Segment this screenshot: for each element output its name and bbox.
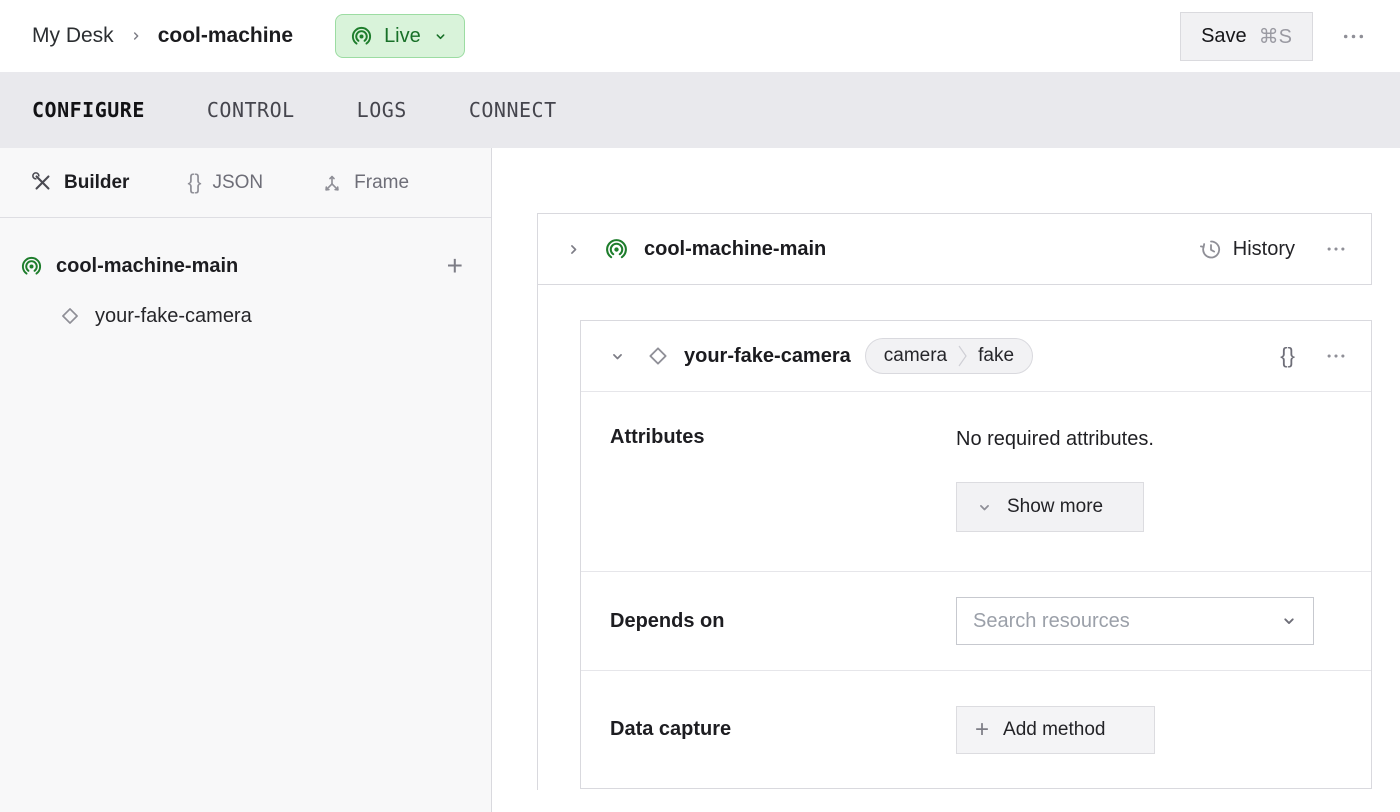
save-shortcut-hint: ⌘S bbox=[1259, 24, 1292, 49]
mode-tab-json[interactable]: {} JSON bbox=[187, 172, 263, 194]
content-area: Builder {} JSON Frame cool-machine-main … bbox=[0, 148, 1400, 812]
machine-name: cool-machine bbox=[158, 24, 293, 48]
mode-tab-builder-label: Builder bbox=[64, 172, 129, 194]
history-clock-icon bbox=[1199, 237, 1223, 261]
collapse-toggle-icon[interactable] bbox=[564, 240, 583, 259]
tree-item-label: cool-machine-main bbox=[56, 255, 238, 278]
save-button[interactable]: Save ⌘S bbox=[1180, 12, 1313, 61]
tree-connector-line bbox=[537, 285, 538, 790]
component-card-menu-icon[interactable] bbox=[1325, 345, 1347, 367]
config-main-pane: cool-machine-main History bbox=[492, 148, 1400, 812]
diamond-icon bbox=[645, 343, 671, 369]
tree-item-machine-part[interactable]: cool-machine-main + bbox=[0, 246, 491, 286]
live-status-dropdown[interactable]: Live bbox=[335, 14, 465, 58]
component-type-tag: camera bbox=[866, 345, 957, 367]
tree-item-camera[interactable]: your-fake-camera bbox=[0, 292, 491, 340]
collapse-toggle-icon[interactable] bbox=[608, 347, 627, 366]
depends-on-section-label: Depends on bbox=[610, 610, 956, 633]
mode-tab-frame-label: Frame bbox=[354, 172, 409, 194]
view-json-icon[interactable]: {} bbox=[1280, 343, 1295, 369]
part-card-menu-icon[interactable] bbox=[1325, 238, 1347, 260]
top-bar: My Desk cool-machine Live Save ⌘S bbox=[0, 0, 1400, 72]
topbar-overflow-menu-icon[interactable] bbox=[1341, 24, 1366, 49]
component-type-model-tag: camera fake bbox=[865, 338, 1033, 374]
chevron-down-icon bbox=[1279, 611, 1299, 631]
component-model-tag: fake bbox=[968, 345, 1032, 367]
tab-control[interactable]: CONTROL bbox=[207, 98, 295, 122]
component-card-title: your-fake-camera bbox=[684, 345, 851, 368]
save-button-label: Save bbox=[1201, 25, 1247, 48]
diamond-icon bbox=[58, 304, 82, 328]
mode-tab-json-label: JSON bbox=[212, 172, 263, 194]
history-button-label: History bbox=[1233, 238, 1295, 261]
add-method-button[interactable]: + Add method bbox=[956, 706, 1155, 754]
tab-connect[interactable]: CONNECT bbox=[469, 98, 557, 122]
breadcrumb-chevron-icon bbox=[128, 28, 144, 44]
live-status-label: Live bbox=[384, 25, 421, 48]
attributes-section-label: Attributes bbox=[610, 426, 956, 535]
breadcrumb-root-link[interactable]: My Desk bbox=[32, 24, 114, 48]
frame-axes-icon bbox=[321, 172, 343, 194]
add-resource-button[interactable]: + bbox=[447, 252, 463, 280]
resource-tree: cool-machine-main + your-fake-camera bbox=[0, 218, 491, 340]
history-button[interactable]: History bbox=[1199, 237, 1295, 261]
tab-configure[interactable]: CONFIGURE bbox=[32, 98, 145, 122]
breadcrumb: My Desk cool-machine bbox=[32, 24, 293, 48]
sidebar-mode-tabs: Builder {} JSON Frame bbox=[0, 148, 491, 218]
chevron-down-icon bbox=[975, 498, 994, 517]
tab-logs[interactable]: LOGS bbox=[357, 98, 407, 122]
mode-tab-builder[interactable]: Builder bbox=[32, 172, 129, 194]
part-card-title: cool-machine-main bbox=[644, 238, 826, 261]
topbar-actions: Save ⌘S bbox=[1180, 12, 1366, 61]
depends-on-combobox[interactable] bbox=[956, 597, 1314, 645]
broadcast-icon bbox=[604, 237, 629, 262]
component-card-header: your-fake-camera camera fake {} bbox=[581, 321, 1371, 392]
config-sidebar: Builder {} JSON Frame cool-machine-main … bbox=[0, 148, 492, 812]
attributes-empty-text: No required attributes. bbox=[956, 428, 1154, 451]
machine-nav-tabs: CONFIGURE CONTROL LOGS CONNECT bbox=[0, 72, 1400, 148]
show-more-button-label: Show more bbox=[1007, 496, 1103, 518]
attributes-section: Attributes No required attributes. Show … bbox=[581, 392, 1371, 571]
machine-part-card: cool-machine-main History bbox=[537, 213, 1372, 285]
plus-icon: + bbox=[975, 718, 989, 742]
data-capture-section: Data capture + Add method bbox=[581, 670, 1371, 788]
show-more-button[interactable]: Show more bbox=[956, 482, 1144, 532]
tree-item-label: your-fake-camera bbox=[95, 305, 252, 328]
broadcast-icon bbox=[350, 25, 373, 48]
add-method-button-label: Add method bbox=[1003, 719, 1105, 741]
tools-icon bbox=[32, 172, 53, 193]
search-resources-input[interactable] bbox=[973, 610, 1279, 633]
depends-on-section: Depends on bbox=[581, 571, 1371, 670]
tag-divider-chevron-icon bbox=[957, 339, 968, 373]
component-card: your-fake-camera camera fake {} At bbox=[580, 320, 1372, 789]
data-capture-section-label: Data capture bbox=[610, 718, 956, 741]
chevron-down-icon bbox=[432, 28, 449, 45]
braces-icon: {} bbox=[187, 172, 201, 193]
broadcast-icon bbox=[20, 255, 43, 278]
mode-tab-frame[interactable]: Frame bbox=[321, 172, 409, 194]
